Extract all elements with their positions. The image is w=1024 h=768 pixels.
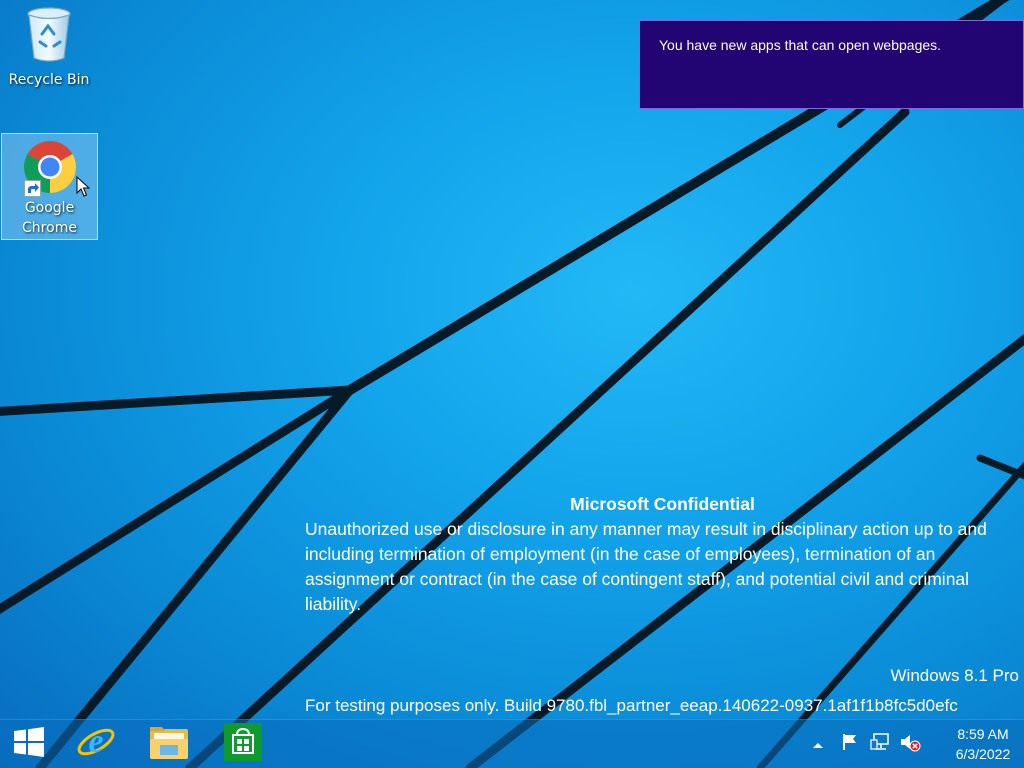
- notification-toast[interactable]: You have new apps that can open webpages…: [639, 20, 1024, 109]
- taskbar: e 8:59 AM 6/3/2022: [0, 719, 1024, 768]
- clock[interactable]: 8:59 AM 6/3/2022: [948, 724, 1018, 764]
- store-icon: [224, 723, 262, 765]
- wallpaper-lines: [0, 0, 1024, 768]
- start-button[interactable]: [0, 720, 58, 768]
- flag-icon: [841, 733, 859, 755]
- windows-edition: Windows 8.1 Pro: [890, 666, 1020, 685]
- desktop-icon-recycle-bin[interactable]: Recycle Bin: [1, 0, 97, 92]
- network-button[interactable]: [868, 732, 892, 756]
- confidential-watermark: Microsoft Confidential Unauthorized use …: [305, 492, 1020, 617]
- watermark-title: Microsoft Confidential: [570, 494, 755, 514]
- shortcut-arrow-icon: [23, 180, 41, 197]
- recycle-bin-label: Recycle Bin: [8, 72, 90, 88]
- taskbar-file-explorer[interactable]: [138, 720, 200, 768]
- mouse-cursor-icon: [76, 175, 90, 204]
- speaker-muted-icon: [899, 732, 921, 756]
- desktop-icon-google-chrome[interactable]: Google Chrome: [1, 133, 98, 240]
- volume-button[interactable]: [898, 732, 922, 756]
- clock-date: 6/3/2022: [955, 746, 1011, 762]
- show-hidden-icons-button[interactable]: [806, 732, 830, 756]
- svg-text:e: e: [88, 723, 103, 760]
- folder-icon: [148, 723, 190, 765]
- taskbar-internet-explorer[interactable]: e: [66, 720, 126, 768]
- watermark-body: Unauthorized use or disclosure in any ma…: [305, 519, 987, 614]
- chrome-icon: [21, 138, 90, 197]
- desktop[interactable]: Recycle Bin Google Chrome You have new a…: [0, 0, 1024, 768]
- chevron-up-icon: [812, 735, 824, 754]
- action-center-button[interactable]: [838, 732, 862, 756]
- windows-logo-icon: [13, 726, 45, 762]
- notification-text: You have new apps that can open webpages…: [659, 37, 942, 53]
- build-string: For testing purposes only. Build 9780.fb…: [305, 696, 958, 715]
- recycle-bin-icon: [1, 4, 97, 68]
- network-icon: [870, 732, 890, 756]
- clock-time: 8:59 AM: [957, 726, 1009, 742]
- google-chrome-label: Google Chrome: [22, 200, 77, 236]
- internet-explorer-icon: e: [76, 722, 116, 766]
- taskbar-store[interactable]: [214, 720, 272, 768]
